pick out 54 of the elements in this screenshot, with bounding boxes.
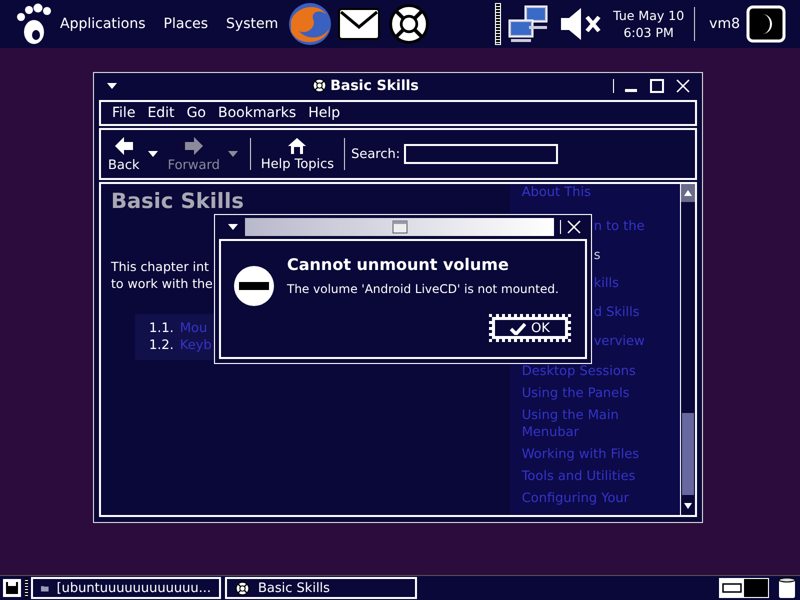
panel-menu[interactable]: Places [154,16,218,32]
home-icon [287,136,308,154]
left-arrow-icon [114,136,134,156]
stop-icon [233,265,275,307]
panel-menu[interactable]: Applications [51,16,155,32]
moon-icon[interactable] [746,5,786,43]
menu-item[interactable]: File [106,105,142,121]
dropdown-caret-icon[interactable] [148,151,158,157]
menu-item[interactable]: Help [302,105,346,121]
back-button[interactable]: Back [104,136,144,172]
show-desktop-icon[interactable] [2,578,22,598]
taskbar-button[interactable]: Basic Skills [225,577,417,599]
taskbar-button[interactable]: [ubuntuuuuuuuuuuuu... [31,577,221,599]
search-label: Search: [351,146,400,162]
envelope-icon[interactable] [337,7,382,41]
intro-text: to work with the [111,275,213,292]
checkmark-icon [510,322,526,334]
workspace-switcher[interactable] [719,578,769,598]
window-icon [392,220,408,234]
globe-icon[interactable] [287,1,334,47]
panel-handle[interactable] [25,578,28,598]
scroll-down-icon[interactable] [684,503,692,509]
clock[interactable]: Tue May 10 6:03 PM [611,7,686,41]
speaker-muted-icon[interactable] [559,6,604,42]
contents-link[interactable]: s [594,246,600,264]
menu-item[interactable]: Bookmarks [212,105,302,121]
menu-caret-icon[interactable] [106,82,118,90]
search-field[interactable] [404,144,558,164]
lifebuoy-icon [235,580,250,596]
dialog-message: The volume 'Android LiveCD' is not mounted. [287,282,559,296]
panel-handle[interactable] [495,3,502,45]
ok-button[interactable]: OK [489,314,571,342]
dialog-heading: Cannot unmount volume [287,255,509,274]
intro-text: This chapter int [111,258,209,275]
right-arrow-icon [184,136,204,156]
close-icon[interactable] [567,220,581,234]
close-icon[interactable] [676,78,690,92]
scroll-up-icon[interactable] [684,190,692,196]
lifebuoy-icon [312,78,328,93]
menu-caret-icon[interactable] [227,223,239,231]
panel-menu[interactable]: System [217,16,288,32]
toc-number: 1.1. [149,320,174,337]
help-topics-button[interactable]: Help Topics [256,136,338,172]
trash-icon[interactable] [778,577,796,599]
menu-item[interactable]: Go [180,105,212,121]
menu-item[interactable]: Edit [141,105,181,121]
toc-number: 1.2. [149,337,174,354]
scrollbar[interactable] [680,184,695,515]
page-heading: Basic Skills [111,189,244,214]
lifebuoy-icon [387,2,432,46]
maximize-icon[interactable] [650,78,664,92]
scroll-thumb[interactable] [682,413,694,495]
window-title: Basic Skills [330,78,419,94]
user-name[interactable]: vm8 [703,16,746,32]
